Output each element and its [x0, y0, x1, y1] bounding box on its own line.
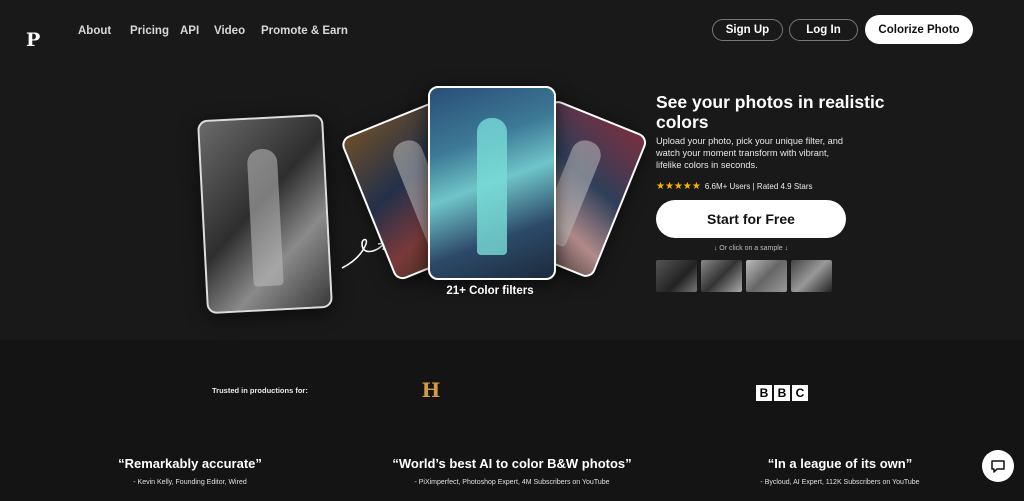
nav-about-link[interactable]: About	[78, 25, 111, 37]
trusted-label: Trusted in productions for:	[212, 386, 308, 395]
colorize-photo-button[interactable]: Colorize Photo	[865, 15, 973, 44]
quote-bycloud: “In a league of its own”	[767, 456, 913, 471]
sample-thumbnail[interactable]	[701, 260, 742, 292]
sample-hint: ↓ Or click on a sample ↓	[713, 245, 789, 252]
filters-caption: 21+ Color filters	[446, 285, 534, 297]
bbc-logo-letter: B	[774, 385, 790, 401]
nav-video-link[interactable]: Video	[214, 25, 245, 37]
chat-button[interactable]	[982, 450, 1014, 482]
bbc-logo-letter: B	[756, 385, 772, 401]
start-for-free-button[interactable]: Start for Free	[656, 200, 846, 238]
quote-piximperfect: “World’s best AI to color B&W photos”	[392, 456, 632, 471]
trust-section	[0, 340, 1024, 501]
colorized-photo	[428, 86, 556, 280]
nav-api-link[interactable]: API	[180, 25, 199, 37]
bbc-logo: B B C	[756, 385, 808, 401]
sample-thumbnails	[656, 260, 832, 292]
nav-promote-link[interactable]: Promote & Earn	[261, 25, 348, 37]
quote-bycloud-source: - Bycloud, AI Expert, 112K Subscribers o…	[760, 479, 920, 486]
quote-wired-source: - Kevin Kelly, Founding Editor, Wired	[133, 479, 247, 486]
hero-headline: See your photos in realistic colors	[656, 92, 885, 132]
black-white-photo	[197, 113, 333, 315]
sign-up-button[interactable]: Sign Up	[712, 19, 783, 41]
chat-bubble-icon	[991, 460, 1005, 473]
rating-row: ★★★★★ 6.6M+ Users | Rated 4.9 Stars	[656, 181, 813, 192]
logo[interactable]: P	[26, 29, 40, 51]
rating-text: 6.6M+ Users | Rated 4.9 Stars	[704, 182, 813, 191]
quote-wired: “Remarkably accurate”	[118, 456, 262, 471]
sample-thumbnail[interactable]	[791, 260, 832, 292]
bbc-logo-letter: C	[792, 385, 808, 401]
hero-description: Upload your photo, pick your unique filt…	[656, 136, 843, 170]
quote-piximperfect-source: - PiXimperfect, Photoshop Expert, 4M Sub…	[414, 479, 610, 486]
nav-pricing-link[interactable]: Pricing	[130, 25, 169, 37]
log-in-button[interactable]: Log In	[789, 19, 858, 41]
sample-thumbnail[interactable]	[746, 260, 787, 292]
top-navigation: P About Pricing API Video Promote & Earn…	[0, 0, 1024, 62]
star-icons: ★★★★★	[656, 181, 701, 192]
sample-thumbnail[interactable]	[656, 260, 697, 292]
history-logo: H	[421, 378, 441, 402]
